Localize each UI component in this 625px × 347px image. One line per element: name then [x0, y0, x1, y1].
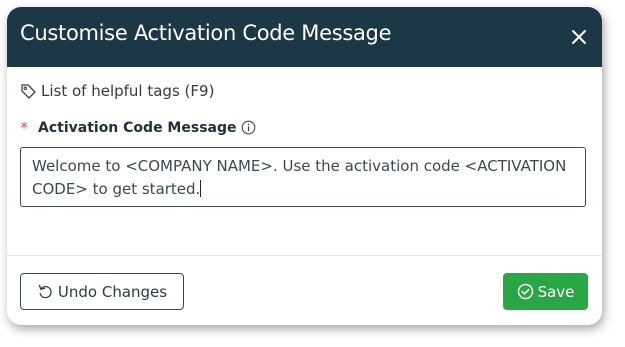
- activation-message-textarea[interactable]: Welcome to <COMPANY NAME>. Use the activ…: [20, 147, 586, 207]
- required-marker: *: [20, 118, 28, 137]
- activation-message-label-row: * Activation Code Message: [20, 118, 256, 137]
- text-caret: [200, 180, 202, 197]
- tag-icon: [21, 83, 36, 99]
- info-icon[interactable]: [241, 120, 256, 135]
- dialog-header: Customise Activation Code Message: [7, 7, 602, 67]
- undo-icon: [38, 284, 52, 299]
- helpful-tags-label: List of helpful tags (F9): [41, 82, 215, 100]
- close-icon: [572, 30, 586, 44]
- customise-message-dialog: Customise Activation Code Message List o…: [7, 7, 602, 325]
- check-circle-icon: [517, 283, 533, 300]
- activation-message-label: Activation Code Message: [38, 119, 237, 136]
- dialog-title: Customise Activation Code Message: [20, 21, 392, 45]
- activation-message-text: Welcome to <COMPANY NAME>. Use the activ…: [32, 157, 567, 198]
- close-button[interactable]: [568, 26, 590, 48]
- undo-changes-label: Undo Changes: [57, 282, 168, 301]
- footer-divider: [7, 255, 602, 256]
- save-label: Save: [537, 282, 575, 301]
- save-button[interactable]: Save: [503, 273, 588, 310]
- helpful-tags-link[interactable]: List of helpful tags (F9): [20, 82, 214, 100]
- undo-changes-button[interactable]: Undo Changes: [20, 273, 184, 310]
